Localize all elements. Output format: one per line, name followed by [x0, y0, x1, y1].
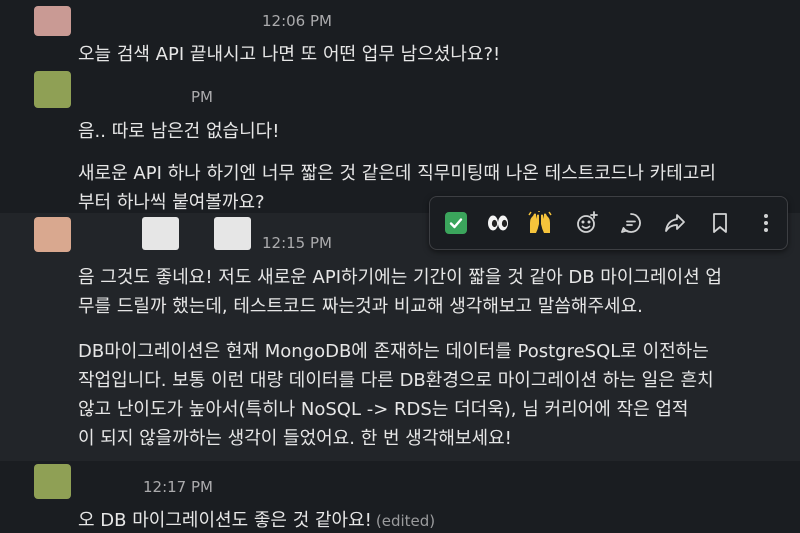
reaction-white-check-mark[interactable]	[438, 205, 474, 241]
reaction-eyes[interactable]	[480, 205, 516, 241]
message-text: 이 되지 않을까하는 생각이 들었어요. 한 번 생각해보세요!	[78, 428, 512, 449]
avatar[interactable]	[34, 71, 71, 108]
avatar[interactable]	[34, 217, 71, 252]
message-3[interactable]: 12:15 PM 음 그것도 좋네요! 저도 새로운 API하기에는 기간이 짧…	[0, 213, 800, 461]
message-text: 오 DB 마이그레이션도 좋은 것 같아요! (edited)	[78, 506, 435, 532]
message-text: 새로운 API 하나 하기엔 너무 짧은 것 같은데 직무미팅때 나온 테스트코…	[78, 163, 716, 184]
message-text: 오늘 검색 API 끝내시고 나면 또 어떤 업무 남으셨나요?!	[78, 44, 501, 65]
message-4[interactable]: 12:17 PM 오 DB 마이그레이션도 좋은 것 같아요! (edited)	[0, 461, 800, 533]
reply-in-thread-icon	[621, 213, 641, 233]
message-2[interactable]: PM 음.. 따로 남은건 없습니다! 새로운 API 하나 하기엔 너무 짧은…	[0, 68, 800, 213]
bookmark-icon	[713, 213, 727, 233]
message-timestamp[interactable]: 12:17 PM	[143, 478, 213, 496]
message-actions-toolbar	[429, 196, 788, 250]
reaction-raised-hands[interactable]	[522, 205, 558, 241]
message-timestamp[interactable]: 12:15 PM	[262, 234, 332, 252]
message-text: 무를 드릴까 했는데, 테스트코드 짜는것과 비교해 생각해보고 말씀해주세요.	[78, 296, 643, 317]
avatar[interactable]	[34, 6, 71, 36]
message-text: 부터 하나씩 붙여볼까요?	[78, 192, 265, 213]
reply-in-thread-button[interactable]	[613, 205, 649, 241]
redacted-name-block	[142, 217, 179, 250]
eyes-icon	[488, 215, 508, 231]
message-text: 작업입니다. 보통 이런 대량 데이터를 다른 DB환경으로 마이그레이션 하는…	[78, 370, 714, 391]
share-message-button[interactable]	[657, 205, 693, 241]
edited-label: (edited)	[375, 512, 436, 530]
redacted-name-block	[214, 217, 251, 250]
more-actions-button[interactable]	[748, 205, 784, 241]
message-body: 오 DB 마이그레이션도 좋은 것 같아요!	[78, 510, 372, 531]
more-actions-icon	[764, 214, 768, 232]
avatar[interactable]	[34, 464, 71, 499]
white-check-mark-icon	[445, 212, 467, 234]
message-text: 음 그것도 좋네요! 저도 새로운 API하기에는 기간이 짧을 것 같아 DB…	[78, 267, 722, 288]
message-timestamp[interactable]: 12:06 PM	[262, 12, 332, 30]
message-text: 음.. 따로 남은건 없습니다!	[78, 121, 280, 142]
message-text: 않고 난이도가 높아서(특히나 NoSQL -> RDS는 더더욱), 님 커리…	[78, 399, 689, 420]
raised-hands-icon	[528, 211, 552, 233]
message-timestamp[interactable]: PM	[191, 88, 213, 106]
save-for-later-button[interactable]	[702, 205, 738, 241]
message-1[interactable]: 12:06 PM 오늘 검색 API 끝내시고 나면 또 어떤 업무 남으셨나요…	[0, 0, 800, 68]
add-reaction-icon	[577, 211, 598, 233]
add-reaction-button[interactable]	[569, 205, 605, 241]
share-icon	[665, 214, 685, 232]
message-text: DB마이그레이션은 현재 MongoDB에 존재하는 데이터를 PostgreS…	[78, 341, 709, 362]
